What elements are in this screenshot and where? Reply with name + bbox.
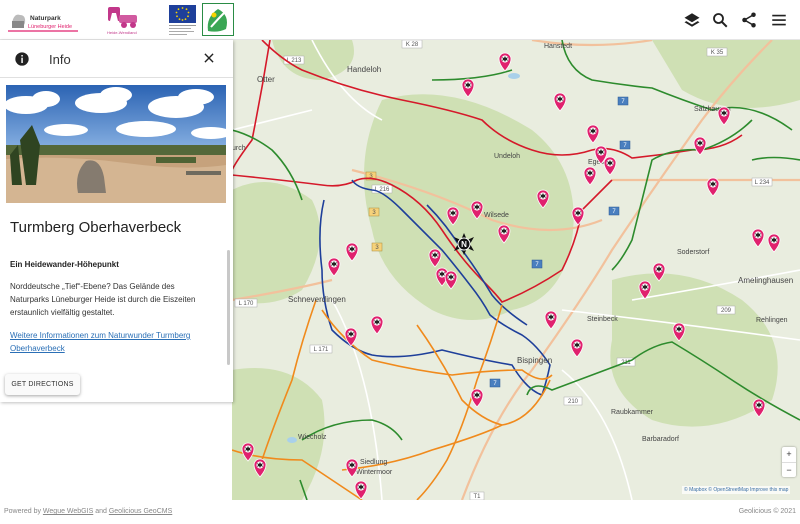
poi-description: Norddeutsche „Tief“-Ebene? Das Gelände d…: [10, 282, 196, 317]
top-bar: Naturpark Lüneburger Heide Heide-Wendlan…: [0, 0, 800, 40]
panel-scrollbar[interactable]: [227, 250, 230, 365]
svg-text:L 216: L 216: [375, 187, 390, 193]
search-button[interactable]: [708, 8, 732, 32]
menu-icon: [772, 14, 786, 26]
mapbox-attribution-link[interactable]: © Mapbox: [684, 487, 707, 493]
poi-photo: [6, 85, 226, 203]
svg-text:Schneverdingen: Schneverdingen: [288, 295, 346, 304]
info-panel: Info Turmberg Oberhaverbeck Ein Heidewan…: [0, 40, 233, 402]
share-icon: [742, 12, 756, 28]
zoom-in-button[interactable]: +: [782, 447, 796, 462]
svg-text:L 234: L 234: [755, 180, 770, 186]
search-icon: [713, 13, 728, 28]
region-logo-caption: Heide-Wendland: [107, 30, 137, 35]
footer-copyright: Geolicious © 2021: [738, 508, 796, 515]
svg-text:210: 210: [568, 399, 579, 405]
osm-attribution-link[interactable]: © OpenStreetMap: [708, 487, 748, 493]
svg-text:Otter: Otter: [257, 75, 275, 84]
panel-header: Info: [0, 40, 233, 78]
poi-title: Turmberg Oberhaverbeck: [10, 219, 182, 236]
svg-text:Handeloh: Handeloh: [347, 65, 381, 74]
svg-text:Undeloh: Undeloh: [494, 153, 520, 160]
zoom-out-button[interactable]: −: [782, 462, 796, 477]
close-icon[interactable]: [202, 51, 216, 65]
zoom-control: + −: [782, 447, 796, 477]
layers-button[interactable]: [680, 8, 704, 32]
svg-text:K 28: K 28: [406, 42, 419, 48]
svg-text:Bispingen: Bispingen: [517, 356, 552, 365]
footer-and-text: and: [95, 508, 107, 515]
svg-text:Wiecholz: Wiecholz: [298, 434, 327, 441]
leader-logo[interactable]: [202, 3, 234, 37]
svg-text:Barbaradorf: Barbaradorf: [642, 436, 679, 443]
svg-text:Soderstorf: Soderstorf: [677, 249, 709, 256]
svg-text:Steinbeck: Steinbeck: [587, 316, 618, 323]
svg-text:N: N: [461, 240, 467, 249]
share-button[interactable]: [737, 8, 761, 32]
footer: Powered by Wegue WebGIS and Geolicious G…: [0, 500, 800, 524]
map-canvas[interactable]: K 28 L 213 K 35 L 234 L 170 L 171 L 216 …: [232, 40, 800, 500]
menu-button[interactable]: [767, 8, 791, 32]
svg-text:L 170: L 170: [239, 301, 254, 307]
logo-text-line2: Lüneburger Heide: [28, 24, 72, 30]
svg-text:K 35: K 35: [711, 50, 724, 56]
improve-map-link[interactable]: Improve this map: [750, 487, 788, 493]
svg-text:Raubkammer: Raubkammer: [611, 409, 654, 416]
svg-text:urch: urch: [232, 145, 246, 152]
svg-text:L 171: L 171: [314, 347, 329, 353]
naturpark-logo[interactable]: Naturpark Lüneburger Heide: [8, 3, 78, 37]
more-info-link[interactable]: Weitere Informationen zum Naturwunder Tu…: [10, 329, 215, 355]
eu-logo[interactable]: [168, 3, 198, 37]
heide-region-logo[interactable]: Heide-Wendland: [104, 3, 144, 37]
svg-text:Wintermoor: Wintermoor: [356, 469, 393, 476]
footer-credits: Powered by Wegue WebGIS and Geolicious G…: [4, 508, 172, 515]
map-attribution: © Mapbox © OpenStreetMap Improve this ma…: [682, 486, 791, 494]
panel-title: Info: [49, 52, 71, 67]
svg-text:Hanstedt: Hanstedt: [544, 43, 572, 50]
get-directions-button[interactable]: GET DIRECTIONS: [5, 374, 80, 395]
layers-icon: [684, 13, 700, 27]
geocms-link[interactable]: Geolicious GeoCMS: [109, 508, 172, 515]
info-icon: [15, 52, 29, 66]
footer-powered-text: Powered by: [4, 508, 41, 515]
wegue-link[interactable]: Wegue WebGIS: [43, 508, 93, 515]
poi-subtitle: Ein Heidewander-Höhepunkt: [10, 260, 119, 269]
svg-text:Rehlingen: Rehlingen: [756, 317, 788, 324]
svg-text:Siedlung: Siedlung: [360, 459, 387, 466]
svg-text:Amelinghausen: Amelinghausen: [738, 276, 793, 285]
svg-text:Wilsede: Wilsede: [484, 212, 509, 219]
svg-text:209: 209: [721, 308, 732, 314]
logo-text-line1: Naturpark: [30, 15, 61, 22]
